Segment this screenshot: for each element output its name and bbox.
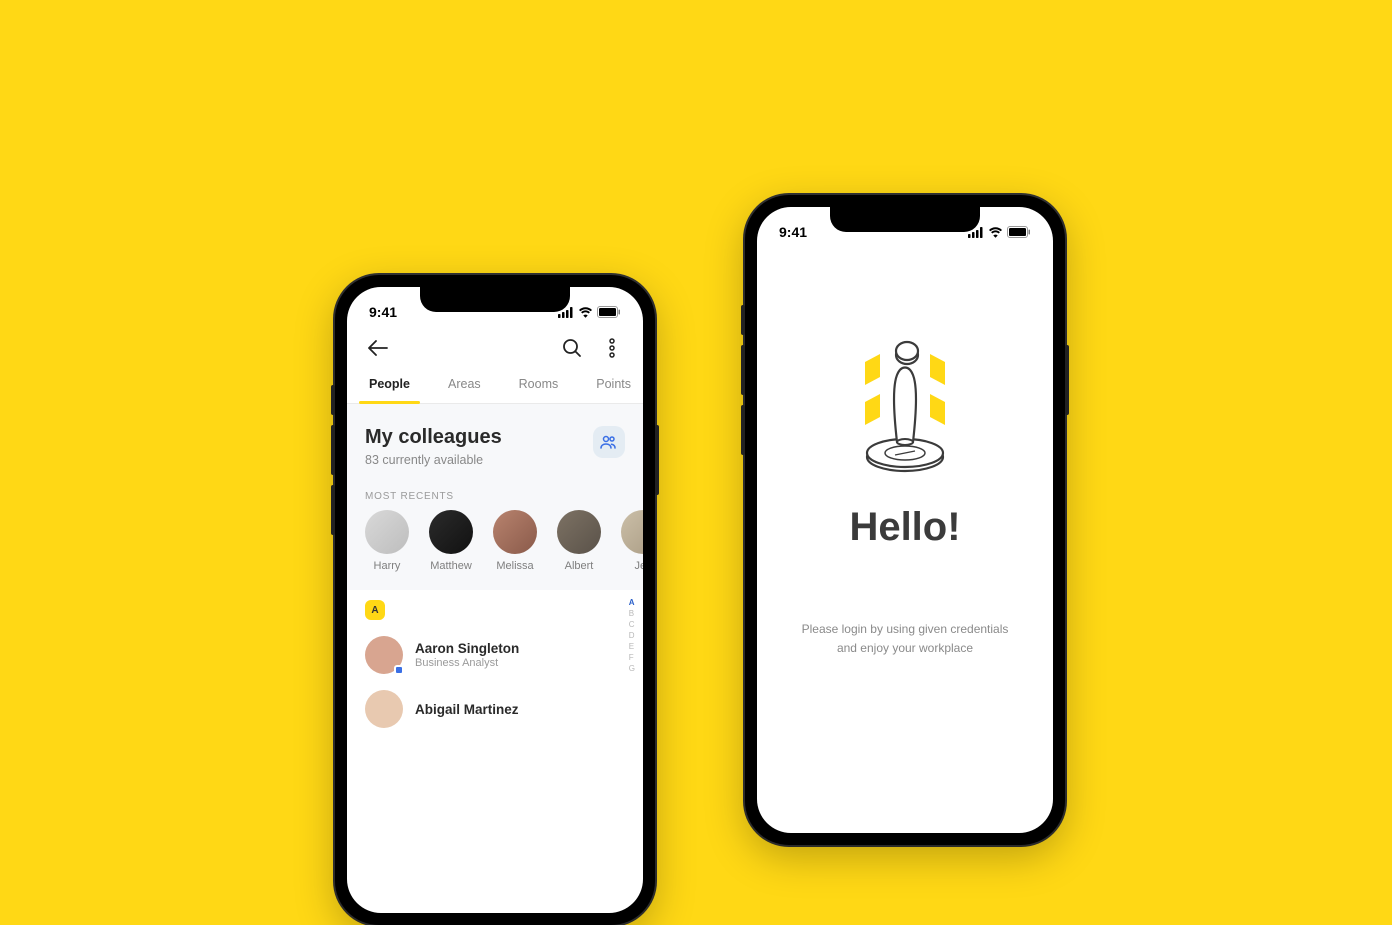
- status-time: 9:41: [779, 224, 807, 240]
- welcome-title: Hello!: [849, 505, 960, 550]
- avatar: [365, 690, 403, 728]
- contact-name: Aaron Singleton: [415, 641, 519, 656]
- alpha-index[interactable]: A B C D E F G: [629, 598, 635, 673]
- status-time: 9:41: [369, 304, 397, 320]
- avatar: [365, 510, 409, 554]
- avatar: [493, 510, 537, 554]
- wifi-icon: [578, 307, 593, 318]
- phone-notch: [420, 287, 570, 312]
- recent-item[interactable]: Matthew: [429, 510, 473, 572]
- recent-item[interactable]: Jes: [621, 510, 643, 572]
- phone-mockup-left: 9:41 People Areas Rooms: [335, 275, 655, 925]
- wifi-icon: [988, 227, 1003, 238]
- welcome-subtitle: Please login by using given credentials …: [772, 620, 1039, 658]
- search-button[interactable]: [559, 335, 585, 361]
- battery-icon: [1007, 226, 1031, 238]
- more-button[interactable]: [599, 335, 625, 361]
- tab-points[interactable]: Points: [592, 367, 635, 403]
- phone-notch: [830, 207, 980, 232]
- people-view-button[interactable]: [593, 426, 625, 458]
- welcome-screen: Hello! Please login by using given crede…: [757, 247, 1053, 658]
- avatar: [365, 636, 403, 674]
- status-dot: [394, 665, 404, 675]
- tab-rooms[interactable]: Rooms: [515, 367, 563, 403]
- avatar: [429, 510, 473, 554]
- recents-row: Harry Matthew Melissa Albert Jes: [347, 510, 643, 572]
- availability-label: 83 currently available: [365, 453, 502, 467]
- tabs: People Areas Rooms Points: [347, 367, 643, 404]
- back-button[interactable]: [365, 335, 391, 361]
- recent-item[interactable]: Albert: [557, 510, 601, 572]
- contact-name: Abigail Martinez: [415, 702, 519, 717]
- contacts-section: A Aaron Singleton Business Analyst Abiga…: [347, 590, 643, 736]
- page-title: My colleagues: [365, 426, 502, 449]
- phone-mockup-right: 9:41: [745, 195, 1065, 845]
- contact-role: Business Analyst: [415, 657, 519, 669]
- top-bar: [347, 327, 643, 367]
- recents-label: MOST RECENTS: [347, 473, 643, 510]
- tab-areas[interactable]: Areas: [444, 367, 485, 403]
- recent-item[interactable]: Melissa: [493, 510, 537, 572]
- content-area: My colleagues 83 currently available MOS…: [347, 404, 643, 736]
- tab-people[interactable]: People: [365, 367, 414, 403]
- avatar: [621, 510, 643, 554]
- welcome-illustration: [835, 307, 975, 487]
- contact-row[interactable]: Abigail Martinez: [365, 682, 625, 736]
- battery-icon: [597, 306, 621, 318]
- avatar: [557, 510, 601, 554]
- section-letter: A: [365, 600, 385, 620]
- recent-item[interactable]: Harry: [365, 510, 409, 572]
- contact-row[interactable]: Aaron Singleton Business Analyst: [365, 628, 625, 682]
